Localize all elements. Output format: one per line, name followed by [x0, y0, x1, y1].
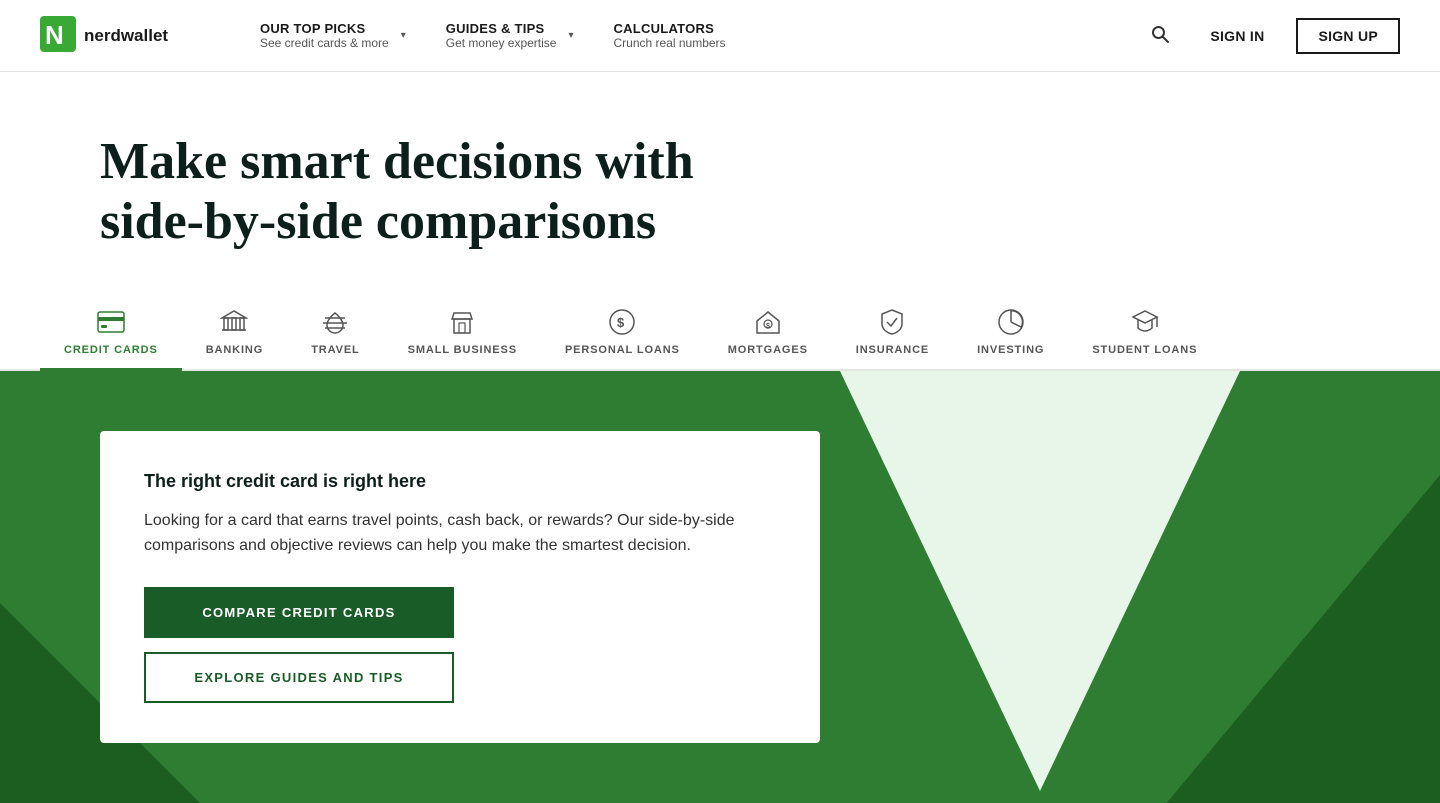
content-card: The right credit card is right here Look…: [100, 431, 820, 743]
hero-heading-line1: Make smart decisions with: [100, 133, 694, 190]
mortgages-icon: $: [754, 308, 782, 336]
svg-text:$: $: [766, 323, 771, 330]
small-business-icon: [448, 308, 476, 336]
student-loans-icon: [1131, 308, 1159, 336]
explore-guides-button[interactable]: EXPLORE GUIDES AND TIPS: [144, 652, 454, 703]
hero-heading: Make smart decisions with side-by-side c…: [100, 132, 700, 252]
tab-mortgages-label: MORTGAGES: [728, 344, 808, 356]
signup-button[interactable]: SIGN UP: [1296, 18, 1400, 54]
travel-icon: [321, 308, 349, 336]
tab-mortgages[interactable]: $ MORTGAGES: [704, 292, 832, 371]
insurance-icon: [878, 308, 906, 336]
category-tabs: CREDIT CARDS BANKING TRAVEL: [0, 292, 1440, 371]
tab-investing[interactable]: INVESTING: [953, 292, 1068, 371]
tab-student-loans[interactable]: STUDENT LOANS: [1068, 292, 1221, 371]
nav-top-picks-title: OUR TOP PICKS: [260, 21, 389, 36]
tab-investing-label: INVESTING: [977, 344, 1044, 356]
tab-travel[interactable]: TRAVEL: [287, 292, 383, 371]
signin-button[interactable]: SIGN IN: [1194, 20, 1280, 52]
main-nav: OUR TOP PICKS See credit cards & more ▾ …: [240, 0, 1142, 72]
tab-credit-cards[interactable]: CREDIT CARDS: [40, 292, 182, 371]
tab-student-loans-label: STUDENT LOANS: [1092, 344, 1197, 356]
nav-calculators-subtitle: Crunch real numbers: [614, 36, 726, 50]
tab-insurance-label: INSURANCE: [856, 344, 929, 356]
personal-loans-icon: $: [608, 308, 636, 336]
header-actions: SIGN IN SIGN UP: [1142, 16, 1400, 55]
green-section: The right credit card is right here Look…: [0, 371, 1440, 803]
tab-banking[interactable]: BANKING: [182, 292, 288, 371]
tab-small-business[interactable]: SMALL BUSINESS: [384, 292, 541, 371]
tab-personal-loans[interactable]: $ PERSONAL LOANS: [541, 292, 704, 371]
chevron-down-icon: ▾: [401, 30, 406, 41]
nav-calculators-title: CALCULATORS: [614, 21, 726, 36]
tab-banking-label: BANKING: [206, 344, 264, 356]
nav-guides-title: GUIDES & TIPS: [446, 21, 557, 36]
svg-text:$: $: [617, 315, 625, 330]
card-heading: The right credit card is right here: [144, 471, 776, 492]
light-triangle-shape: [840, 371, 1240, 791]
nav-guides-subtitle: Get money expertise: [446, 36, 557, 50]
dark-triangle-shape: [1110, 451, 1440, 803]
tab-personal-loans-label: PERSONAL LOANS: [565, 344, 680, 356]
chevron-down-icon-2: ▾: [568, 30, 573, 41]
nav-guides-tips[interactable]: GUIDES & TIPS Get money expertise ▾: [426, 0, 594, 72]
nav-top-picks[interactable]: OUR TOP PICKS See credit cards & more ▾: [240, 0, 426, 72]
nav-top-picks-subtitle: See credit cards & more: [260, 36, 389, 50]
banking-icon: [220, 308, 248, 336]
tab-credit-cards-label: CREDIT CARDS: [64, 344, 158, 356]
header: N nerdwallet OUR TOP PICKS See credit ca…: [0, 0, 1440, 72]
card-body-text: Looking for a card that earns travel poi…: [144, 508, 776, 559]
tab-insurance[interactable]: INSURANCE: [832, 292, 953, 371]
credit-cards-icon: [97, 308, 125, 336]
search-button[interactable]: [1142, 16, 1178, 55]
svg-text:N: N: [45, 20, 64, 50]
tab-travel-label: TRAVEL: [311, 344, 359, 356]
search-icon: [1150, 24, 1170, 44]
investing-icon: [997, 308, 1025, 336]
nav-calculators[interactable]: CALCULATORS Crunch real numbers: [594, 0, 746, 72]
svg-text:nerdwallet: nerdwallet: [84, 26, 168, 45]
hero-heading-line2: side-by-side comparisons: [100, 193, 656, 250]
compare-credit-cards-button[interactable]: COMPARE CREDIT CARDS: [144, 587, 454, 638]
logo-area[interactable]: N nerdwallet: [40, 16, 200, 56]
hero-section: Make smart decisions with side-by-side c…: [0, 72, 1440, 292]
tab-small-business-label: SMALL BUSINESS: [408, 344, 517, 356]
